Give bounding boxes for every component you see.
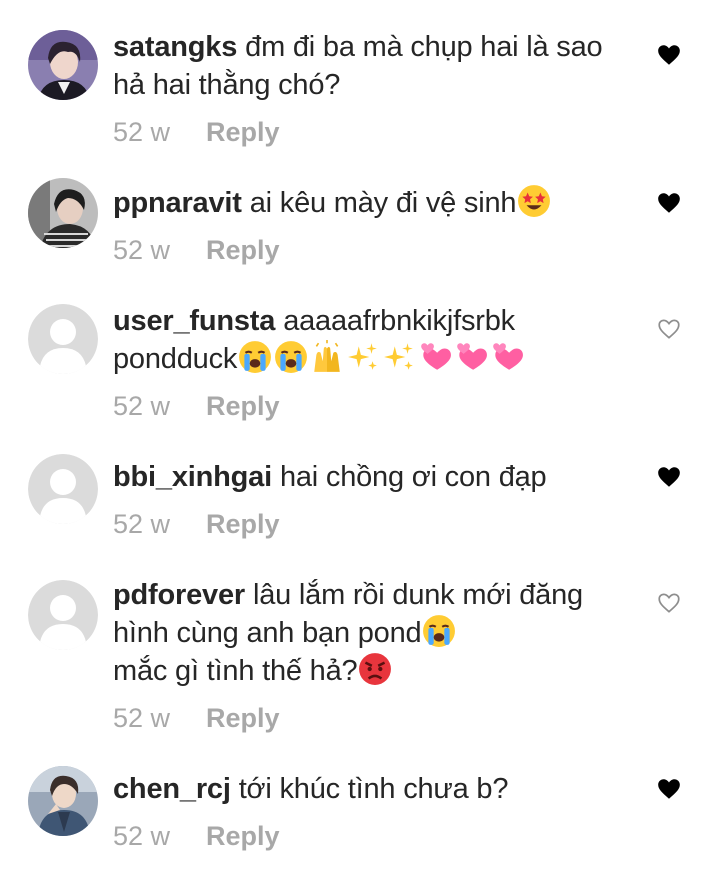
timestamp: 52 w [113, 117, 171, 147]
avatar[interactable] [28, 30, 98, 100]
reply-button[interactable]: Reply [206, 117, 280, 147]
comment-text: user_funsta aaaaafrbnkikjfsrbk pondduck [113, 302, 623, 378]
heart-outline-icon [658, 319, 680, 339]
username-link[interactable]: ppnaravit [113, 187, 242, 219]
comment-text: bbi_xinhgai hai chồng ơi con đạp [113, 458, 623, 496]
timestamp: 52 w [113, 509, 171, 539]
two-hearts-emoji [421, 343, 452, 370]
reply-button[interactable]: Reply [206, 509, 280, 539]
heart-filled-icon [658, 779, 680, 799]
two-hearts-emoji [493, 343, 524, 370]
two-hearts-emoji [457, 343, 488, 370]
heart-filled-icon [658, 45, 680, 65]
default-avatar-icon [28, 580, 98, 650]
pouting-face-emoji [359, 653, 392, 685]
comment-meta: 52 w Reply [113, 820, 623, 852]
avatar[interactable] [28, 178, 98, 248]
comment-text: ppnaravit ai kêu mày đi vệ sinh [113, 184, 623, 222]
default-avatar-icon [28, 304, 98, 374]
comment-meta: 52 w Reply [113, 234, 623, 266]
reply-button[interactable]: Reply [206, 821, 280, 851]
comment-body: tới khúc tình chưa b? [238, 773, 509, 805]
avatar[interactable] [28, 580, 98, 650]
avatar[interactable] [28, 304, 98, 374]
heart-outline-icon [658, 593, 680, 613]
sparkles-emoji [348, 343, 377, 370]
username-link[interactable]: user_funsta [113, 305, 275, 337]
timestamp: 52 w [113, 821, 171, 851]
avatar[interactable] [28, 766, 98, 836]
like-button[interactable] [656, 190, 682, 216]
comment-body: ai kêu mày đi vệ sinh [249, 187, 517, 219]
timestamp: 52 w [113, 235, 171, 265]
comment-text: satangks đm đi ba mà chụp hai là sao hả h… [113, 28, 623, 104]
loudly-crying-emoji [239, 341, 272, 373]
like-button[interactable] [656, 42, 682, 68]
comment-meta: 52 w Reply [113, 508, 623, 540]
comment-text: chen_rcj tới khúc tình chưa b? [113, 770, 623, 808]
loudly-crying-emoji [423, 615, 456, 647]
reply-button[interactable]: Reply [206, 703, 280, 733]
timestamp: 52 w [113, 703, 171, 733]
like-button[interactable] [656, 776, 682, 802]
comment-text: pdforever lâu lắm rồi dunk mới đăng hình … [113, 576, 623, 690]
comment-meta: 52 w Reply [113, 702, 623, 734]
comment-body: hai chồng ơi con đạp [279, 461, 547, 493]
like-button[interactable] [656, 590, 682, 616]
username-link[interactable]: pdforever [113, 579, 245, 611]
reply-button[interactable]: Reply [206, 391, 280, 421]
avatar[interactable] [28, 454, 98, 524]
username-link[interactable]: satangks [113, 31, 237, 63]
heart-filled-icon [658, 467, 680, 487]
raising-hands-emoji [314, 340, 340, 372]
loudly-crying-emoji [275, 341, 308, 373]
comment-body-line2: mắc gì tình thế hả? [113, 655, 358, 687]
default-avatar-icon [28, 454, 98, 524]
timestamp: 52 w [113, 391, 171, 421]
like-button[interactable] [656, 464, 682, 490]
reply-button[interactable]: Reply [206, 235, 280, 265]
star-struck-emoji [518, 185, 551, 217]
comment-meta: 52 w Reply [113, 116, 623, 148]
username-link[interactable]: bbi_xinhgai [113, 461, 272, 493]
like-button[interactable] [656, 316, 682, 342]
heart-filled-icon [658, 193, 680, 213]
comment-meta: 52 w Reply [113, 390, 623, 422]
username-link[interactable]: chen_rcj [113, 773, 231, 805]
sparkles-emoji [384, 343, 413, 370]
